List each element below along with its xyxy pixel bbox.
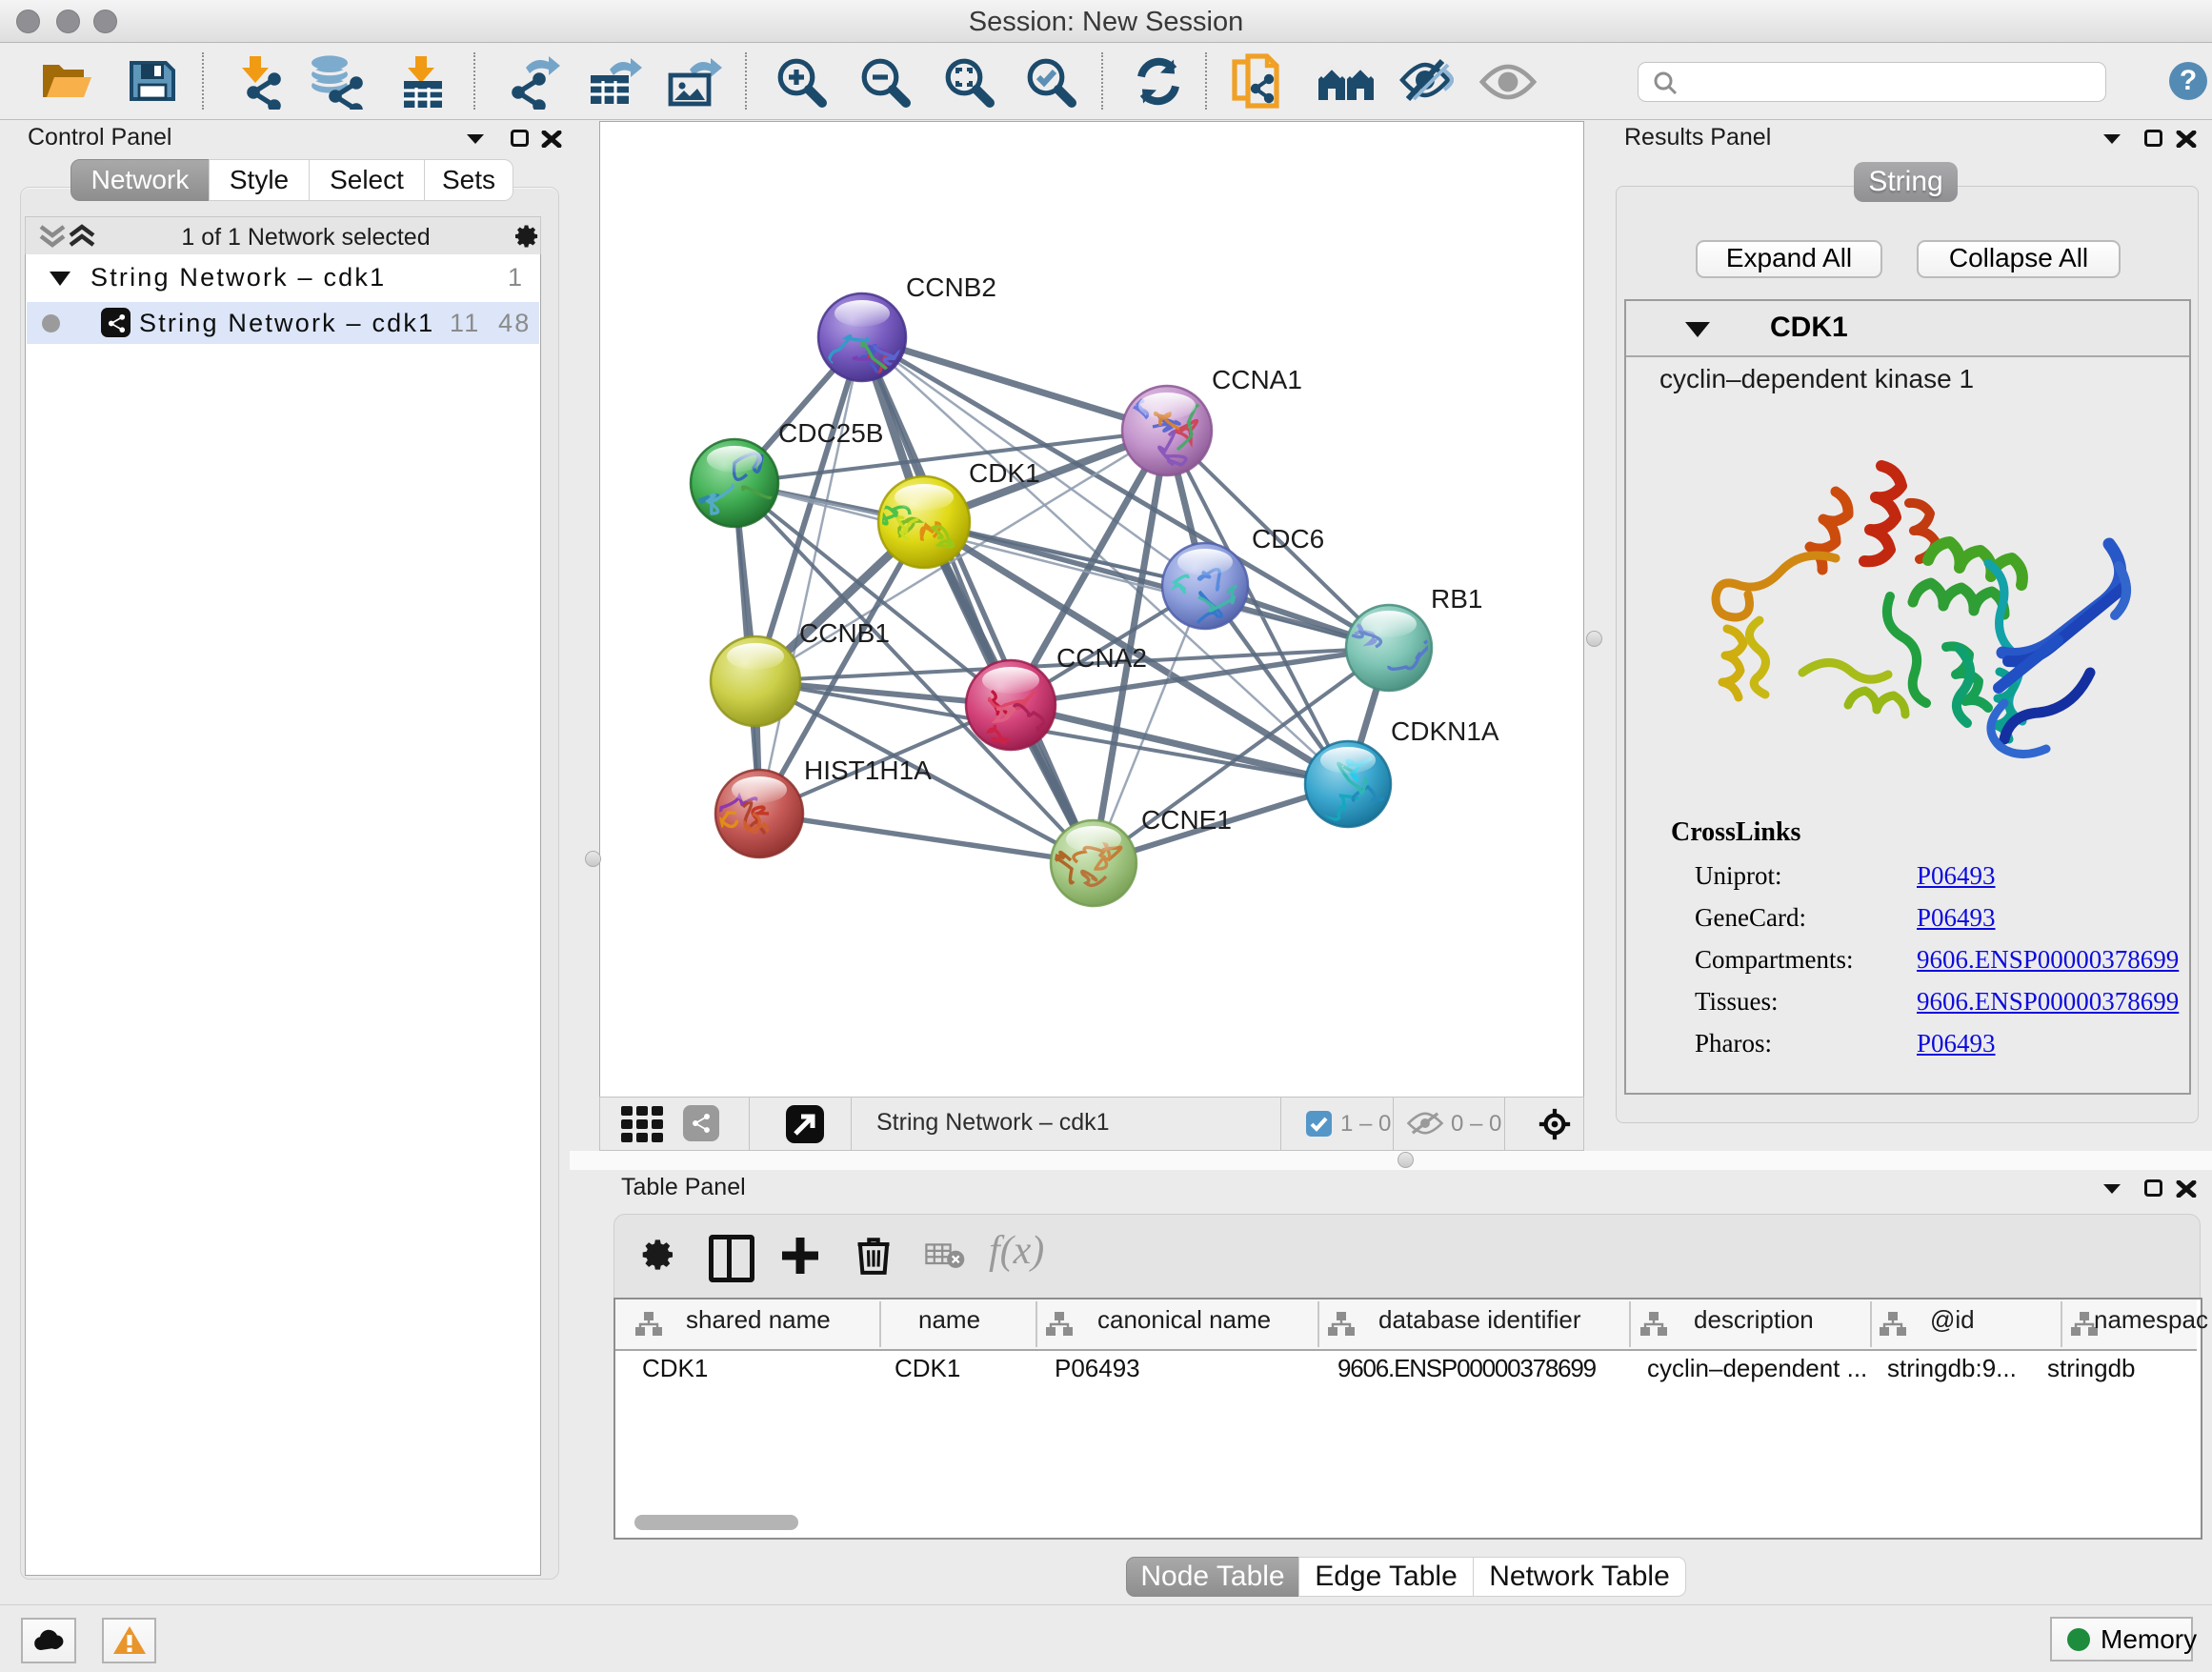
svg-text:CCNA2: CCNA2	[1056, 643, 1147, 673]
svg-text:CDK1: CDK1	[969, 458, 1040, 488]
svg-text:RB1: RB1	[1431, 584, 1482, 614]
svg-text:CCNB1: CCNB1	[799, 618, 890, 648]
svg-text:CCNB2: CCNB2	[906, 272, 996, 302]
svg-text:CDC6: CDC6	[1252, 524, 1324, 554]
svg-text:HIST1H1A: HIST1H1A	[804, 755, 932, 785]
svg-text:CCNA1: CCNA1	[1212, 365, 1302, 394]
svg-text:CDKN1A: CDKN1A	[1391, 716, 1499, 746]
svg-text:CDC25B: CDC25B	[778, 418, 883, 448]
svg-text:CCNE1: CCNE1	[1141, 805, 1232, 835]
